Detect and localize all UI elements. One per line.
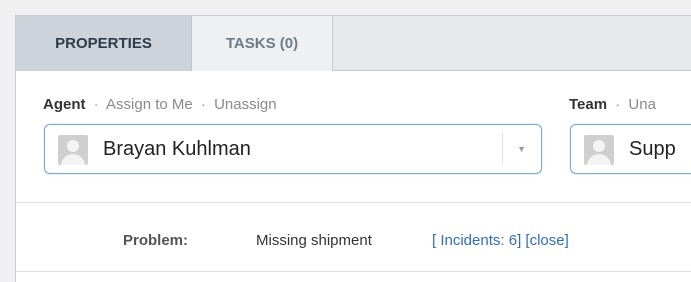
separator-dot: · (93, 96, 99, 113)
agent-select[interactable]: Brayan Kuhlman ▼ (44, 124, 542, 174)
team-select[interactable]: Supp (570, 124, 691, 174)
bracket: [ (432, 232, 437, 249)
problem-value: Missing shipment (256, 232, 372, 249)
incidents-link[interactable]: Incidents: 6 (440, 232, 517, 249)
select-divider (502, 133, 503, 165)
team-select-value: Supp (629, 138, 676, 160)
avatar (58, 135, 88, 165)
agent-field-header: Agent · Assign to Me · Unassign (43, 96, 277, 113)
chevron-down-icon[interactable]: ▼ (517, 125, 526, 173)
tab-properties[interactable]: PROPERTIES (16, 16, 192, 71)
team-label: Team (569, 96, 608, 113)
agent-select-value: Brayan Kuhlman (103, 138, 251, 160)
unassign-link[interactable]: Unassign (214, 96, 277, 113)
tab-bar: PROPERTIES TASKS (0) (16, 16, 691, 71)
divider (16, 202, 691, 203)
avatar (584, 135, 614, 165)
tab-tasks[interactable]: TASKS (0) (192, 16, 333, 71)
separator-dot: · (200, 96, 206, 113)
close-link[interactable]: close (530, 232, 565, 249)
bracket: ] (564, 232, 569, 249)
bracket: ] (517, 232, 522, 249)
properties-panel: PROPERTIES TASKS (0) Agent · Assign to M… (15, 15, 691, 282)
assign-to-me-link[interactable]: Assign to Me (106, 96, 193, 113)
problem-label: Problem: (123, 232, 189, 249)
team-unassign-link[interactable]: Una (628, 96, 656, 113)
separator-dot: · (615, 96, 621, 113)
divider (16, 271, 691, 272)
team-field-header: Team · Una (569, 96, 656, 113)
problem-links: [ Incidents: 6] [close] (432, 232, 569, 249)
agent-label: Agent (43, 96, 86, 113)
